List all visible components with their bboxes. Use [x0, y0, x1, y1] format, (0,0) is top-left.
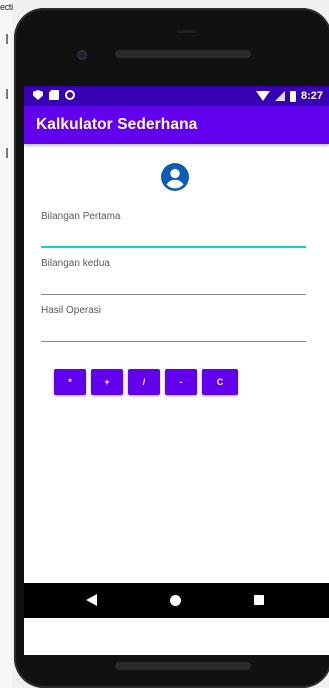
operator-buttons: * + / - C	[54, 369, 238, 395]
divide-button[interactable]: /	[128, 369, 160, 395]
status-bar: 8:27	[24, 86, 329, 106]
add-button[interactable]: +	[91, 369, 123, 395]
editor-background: ecti	[0, 0, 13, 688]
back-icon[interactable]	[86, 594, 97, 606]
first-number-label: Bilangan Pertama	[41, 211, 121, 222]
status-time: 8:27	[300, 90, 323, 102]
second-number-input[interactable]	[41, 294, 306, 295]
subtract-button[interactable]: -	[165, 369, 197, 395]
app-screen: 8:27 Kalkulator Sederhana Bilangan Perta…	[24, 86, 329, 655]
result-label: Hasil Operasi	[41, 305, 102, 316]
shield-notification-icon	[33, 90, 43, 100]
cell-signal-icon	[274, 91, 285, 101]
recent-apps-icon[interactable]	[254, 595, 264, 605]
app-bar: Kalkulator Sederhana	[24, 106, 329, 144]
bottom-speaker	[115, 662, 251, 670]
account-circle-icon	[161, 163, 189, 191]
navigation-bar	[24, 583, 329, 618]
result-output[interactable]	[41, 341, 306, 342]
speaker-notch	[177, 30, 197, 33]
front-camera	[77, 50, 87, 60]
editor-mark	[6, 34, 8, 44]
editor-text-fragment: ecti	[0, 2, 13, 12]
first-number-input[interactable]	[41, 246, 306, 248]
second-number-label: Bilangan kedua	[41, 258, 110, 269]
multiply-button[interactable]: *	[54, 369, 86, 395]
home-icon[interactable]	[170, 595, 181, 606]
app-title: Kalkulator Sederhana	[36, 116, 198, 133]
sync-notification-icon	[65, 90, 75, 100]
editor-mark	[6, 89, 8, 99]
battery-icon	[289, 90, 296, 102]
sd-card-notification-icon	[49, 90, 59, 100]
viewport: ecti 8:27 Kalkulator Sederhana Bilangan …	[0, 0, 329, 688]
earpiece-speaker	[115, 50, 251, 58]
wifi-icon	[255, 91, 270, 101]
editor-mark	[6, 148, 8, 158]
clear-button[interactable]: C	[202, 369, 238, 395]
